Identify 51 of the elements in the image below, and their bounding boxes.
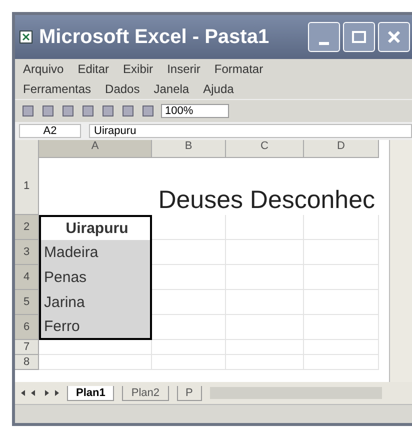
toolbar-icon[interactable] [121, 104, 135, 118]
row-header[interactable]: 2 [15, 215, 39, 240]
table-cell: Penas [39, 265, 152, 290]
menu-item[interactable]: Inserir [167, 62, 200, 76]
toolbar-icon[interactable] [81, 104, 95, 118]
column-header[interactable]: D [304, 140, 379, 158]
table-cell: Uirapuru [39, 215, 152, 240]
tab-navigation-icon[interactable] [19, 388, 59, 398]
table-cell: Madeira [39, 240, 152, 265]
menu-item[interactable]: Ferramentas [23, 82, 92, 96]
menu-item[interactable]: Exibir [123, 62, 154, 76]
minimize-button[interactable] [308, 22, 340, 52]
toolbar-icon[interactable] [21, 104, 35, 118]
toolbar-icon[interactable] [61, 104, 75, 118]
horizontal-scrollbar[interactable] [210, 387, 382, 399]
window-title: Microsoft Excel - Pasta1 [39, 26, 270, 48]
sheet-title: Deuses Desconhec [157, 185, 376, 215]
menu-item[interactable]: Formatar [214, 62, 264, 76]
column-header[interactable]: B [152, 140, 226, 158]
row-header[interactable]: 8 [15, 355, 39, 370]
table-cell: Jarina [39, 290, 152, 315]
column-header[interactable]: A [39, 140, 152, 158]
menu-item[interactable]: Janela [154, 82, 190, 96]
toolbar-icon[interactable] [101, 104, 115, 118]
menu-item[interactable]: Ajuda [203, 82, 234, 96]
sheet-tab[interactable]: Plan1 [67, 386, 114, 400]
maximize-button[interactable] [343, 22, 375, 52]
zoom-field[interactable]: 100% [161, 104, 229, 118]
sheet-tab[interactable]: Plan2 [122, 386, 168, 400]
menu-item[interactable]: Dados [105, 82, 140, 96]
maximize-icon [352, 31, 366, 43]
vertical-scrollbar[interactable] [389, 140, 412, 382]
minimize-icon [319, 42, 329, 44]
toolbar-icon[interactable] [41, 104, 55, 118]
row-header[interactable]: 4 [15, 265, 39, 290]
toolbar-icon[interactable] [141, 104, 155, 118]
row-header[interactable]: 5 [15, 290, 39, 315]
menu-item[interactable]: Editar [78, 62, 110, 76]
close-icon [387, 30, 401, 44]
close-button[interactable] [378, 22, 410, 52]
menu-item[interactable]: Arquivo [23, 62, 64, 76]
row-header[interactable]: 3 [15, 240, 39, 265]
table-cell: Ferro [39, 315, 152, 340]
row-header[interactable]: 7 [15, 340, 39, 355]
formula-field[interactable]: Uirapuru [89, 124, 412, 138]
row-header[interactable]: 1 [15, 157, 39, 215]
row-header[interactable]: 6 [15, 315, 39, 340]
sheet-tab[interactable]: P [176, 386, 202, 400]
name-box[interactable]: A2 [19, 124, 81, 138]
app-icon [19, 30, 33, 44]
column-header[interactable]: C [226, 140, 304, 158]
